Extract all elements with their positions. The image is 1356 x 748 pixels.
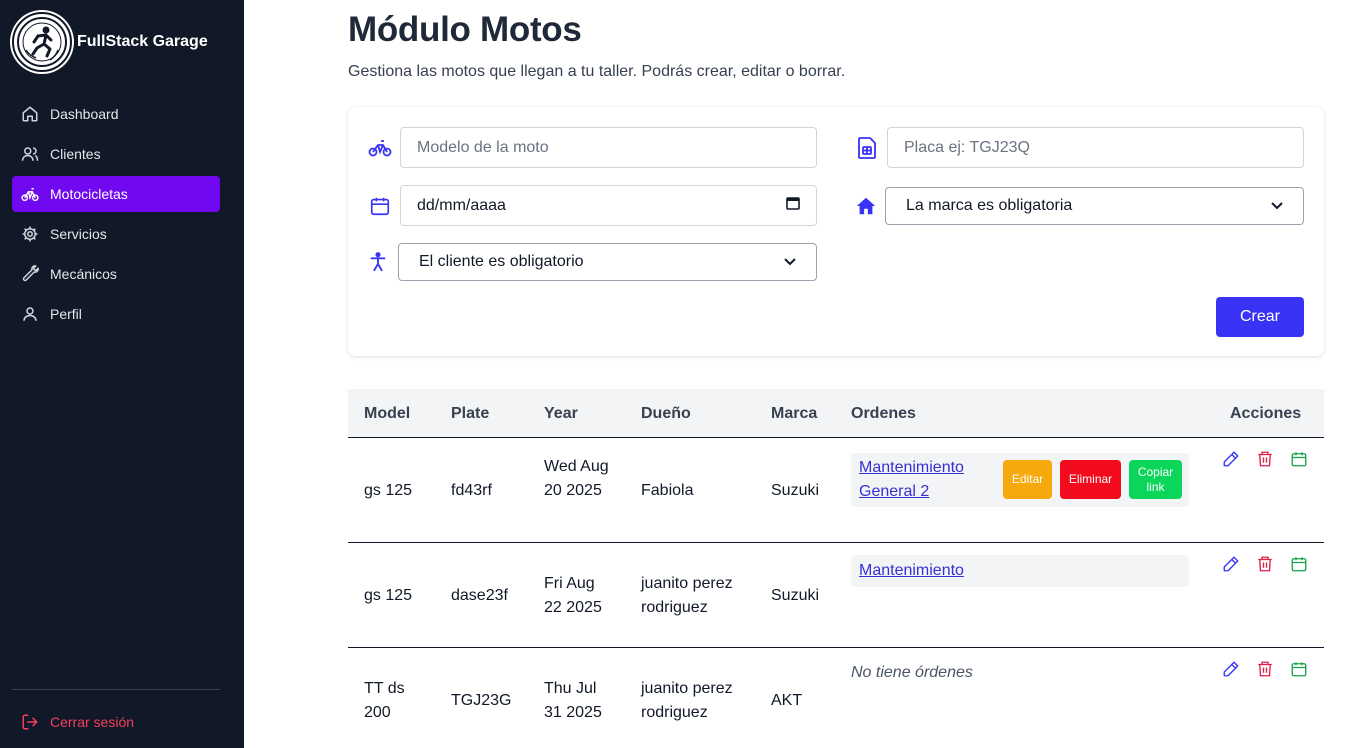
users-icon (20, 144, 40, 164)
sidebar-item-label: Dashboard (50, 106, 119, 122)
bicycle-icon (368, 136, 392, 160)
create-button[interactable]: Crear (1216, 297, 1304, 337)
cell-brand: AKT (771, 692, 803, 709)
sidebar-divider (12, 689, 220, 690)
cell-model: gs 125 (364, 587, 413, 604)
gear-icon (20, 224, 40, 244)
calendar-icon[interactable] (1289, 554, 1309, 574)
sidebar-item-label: Mecánicos (50, 266, 117, 282)
cell-plate: dase23f (451, 587, 508, 604)
sidebar-item-dashboard[interactable]: Dashboard (12, 96, 220, 132)
sidebar: FullStack Garage Dashboard Clientes Moto… (0, 0, 244, 748)
sidebar-item-clientes[interactable]: Clientes (12, 136, 220, 172)
sidebar-item-motocicletas[interactable]: Motocicletas (12, 176, 220, 212)
delete-order-button[interactable]: Eliminar (1060, 460, 1121, 499)
sidebar-item-label: Motocicletas (50, 186, 128, 202)
chevron-down-icon (1271, 199, 1283, 213)
column-header-actions: Acciones (1230, 405, 1302, 422)
sidebar-nav: Dashboard Clientes Motocicletas Servicio… (12, 96, 220, 336)
edit-pencil-icon[interactable] (1221, 554, 1241, 574)
sidebar-item-label: Clientes (50, 146, 101, 162)
cell-owner: Fabiola (641, 482, 694, 499)
year-date-input[interactable]: dd/mm/aaaa (400, 185, 817, 226)
page-subtitle: Gestiona las motos que llegan a tu talle… (348, 63, 846, 80)
order-item: Mantenimiento (851, 555, 1189, 587)
cell-year: Wed Aug 20 2025 (544, 458, 609, 499)
sidebar-item-perfil[interactable]: Perfil (12, 296, 220, 332)
sidebar-item-label: Servicios (50, 226, 107, 242)
client-select[interactable]: El cliente es obligatorio (398, 243, 817, 281)
logout-label: Cerrar sesión (50, 714, 135, 730)
wrench-icon (20, 264, 40, 284)
cell-year: Fri Aug 22 2025 (544, 575, 602, 616)
accessibility-person-icon (366, 250, 390, 274)
brand-name: FullStack Garage (77, 33, 208, 50)
cell-plate: fd43rf (451, 482, 492, 499)
table-row: gs 125 fd43rf Wed Aug 20 2025 Fabiola Su… (348, 438, 1324, 543)
column-header-owner: Dueño (641, 405, 691, 422)
page-title: Módulo Motos (348, 10, 582, 49)
moto-form: Modelo de la moto Placa ej: TGJ23Q dd/mm… (348, 107, 1324, 356)
edit-pencil-icon[interactable] (1221, 449, 1241, 469)
sidebar-item-mecanicos[interactable]: Mecánicos (12, 256, 220, 292)
plate-input[interactable]: Placa ej: TGJ23Q (887, 127, 1304, 168)
logout-button[interactable]: Cerrar sesión (20, 712, 134, 732)
table-row: gs 125 dase23f Fri Aug 22 2025 juanito p… (348, 543, 1324, 648)
cell-owner: juanito perez rodriguez (641, 575, 733, 616)
chevron-down-icon (784, 255, 796, 269)
sidebar-item-servicios[interactable]: Servicios (12, 216, 220, 252)
user-icon (20, 304, 40, 324)
cell-brand: Suzuki (771, 587, 820, 604)
calendar-icon[interactable] (1289, 449, 1309, 469)
table-row: TT ds 200 TGJ23G Thu Jul 31 2025 juanito… (348, 648, 1324, 748)
column-header-orders: Ordenes (851, 405, 916, 422)
sidebar-item-label: Perfil (50, 306, 82, 322)
brand[interactable]: FullStack Garage (12, 12, 208, 72)
order-link[interactable]: Mantenimiento General 2 (859, 456, 999, 504)
column-header-plate: Plate (451, 405, 490, 422)
cell-owner: juanito perez rodriguez (641, 680, 733, 721)
motos-table: Model Plate Year Dueño Marca Ordenes Acc… (348, 389, 1324, 748)
cell-year: Thu Jul 31 2025 (544, 680, 602, 721)
no-orders-text: No tiene órdenes (851, 664, 973, 681)
order-link[interactable]: Mantenimiento (859, 559, 964, 583)
column-header-brand: Marca (771, 405, 818, 422)
copy-link-button[interactable]: Copiar link (1129, 460, 1182, 499)
model-input[interactable]: Modelo de la moto (400, 127, 817, 168)
garage-logo (12, 12, 72, 72)
trash-icon[interactable] (1255, 449, 1275, 469)
bicycle-icon (20, 184, 40, 204)
cell-model: TT ds 200 (364, 680, 405, 721)
calendar-icon[interactable] (1289, 659, 1309, 679)
column-header-year: Year (544, 405, 578, 422)
home-icon (854, 194, 878, 218)
logout-icon (20, 712, 40, 732)
column-header-model: Model (364, 405, 411, 422)
cell-plate: TGJ23G (451, 692, 512, 709)
cell-brand: Suzuki (771, 482, 820, 499)
calendar-icon (368, 194, 392, 218)
home-icon (20, 104, 40, 124)
table-header: Model Plate Year Dueño Marca Ordenes Acc… (348, 389, 1324, 438)
date-picker-icon[interactable] (786, 196, 800, 215)
cell-model: gs 125 (364, 482, 413, 499)
edit-pencil-icon[interactable] (1221, 659, 1241, 679)
trash-icon[interactable] (1255, 659, 1275, 679)
brand-select[interactable]: La marca es obligatoria (885, 187, 1304, 225)
trash-icon[interactable] (1255, 554, 1275, 574)
sim-card-icon (855, 136, 879, 160)
edit-order-button[interactable]: Editar (1003, 460, 1052, 499)
order-item: Mantenimiento General 2 Editar Eliminar … (851, 453, 1189, 507)
